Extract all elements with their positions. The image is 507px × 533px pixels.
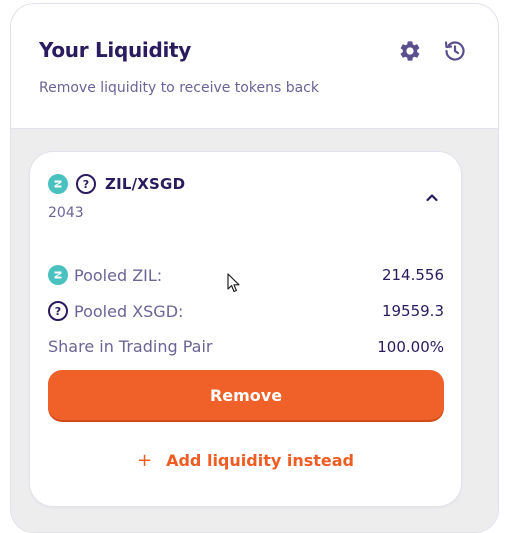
pair-subtitle: 2043 <box>48 205 84 221</box>
pooled-xsgd-label: Pooled XSGD: <box>74 301 184 321</box>
liquidity-position-card: ? ZIL/XSGD 2043 Pooled ZIL: 214.556 ? Po… <box>29 151 462 507</box>
unknown-token-icon: ? <box>76 174 96 194</box>
panel-header: Your Liquidity Remove liquidity to recei… <box>11 4 498 129</box>
page-subtitle: Remove liquidity to receive tokens back <box>39 80 319 96</box>
pair-header: ? ZIL/XSGD <box>48 174 185 194</box>
pooled-xsgd-row: ? Pooled XSGD: 19559.3 <box>48 301 444 321</box>
pooled-xsgd-value: 19559.3 <box>381 302 444 320</box>
share-label: Share in Trading Pair <box>48 337 213 356</box>
chevron-up-icon[interactable] <box>424 190 440 206</box>
add-liquidity-link[interactable]: + Add liquidity instead <box>30 450 461 471</box>
history-icon[interactable] <box>442 38 468 64</box>
pooled-zil-label: Pooled ZIL: <box>74 265 163 285</box>
add-liquidity-label: Add liquidity instead <box>166 451 354 470</box>
remove-button[interactable]: Remove <box>48 370 444 420</box>
plus-icon: + <box>137 450 153 471</box>
pooled-zil-value: 214.556 <box>381 266 444 284</box>
pair-name: ZIL/XSGD <box>105 175 186 193</box>
unknown-token-icon: ? <box>48 301 68 321</box>
zil-token-icon <box>48 174 68 194</box>
mouse-cursor-icon <box>227 273 241 293</box>
share-row: Share in Trading Pair 100.00% <box>48 337 444 356</box>
share-value: 100.00% <box>377 337 444 356</box>
zil-token-icon <box>48 265 68 285</box>
page-title: Your Liquidity <box>39 38 192 62</box>
gear-icon[interactable] <box>397 38 423 64</box>
pooled-zil-row: Pooled ZIL: 214.556 <box>48 265 444 285</box>
